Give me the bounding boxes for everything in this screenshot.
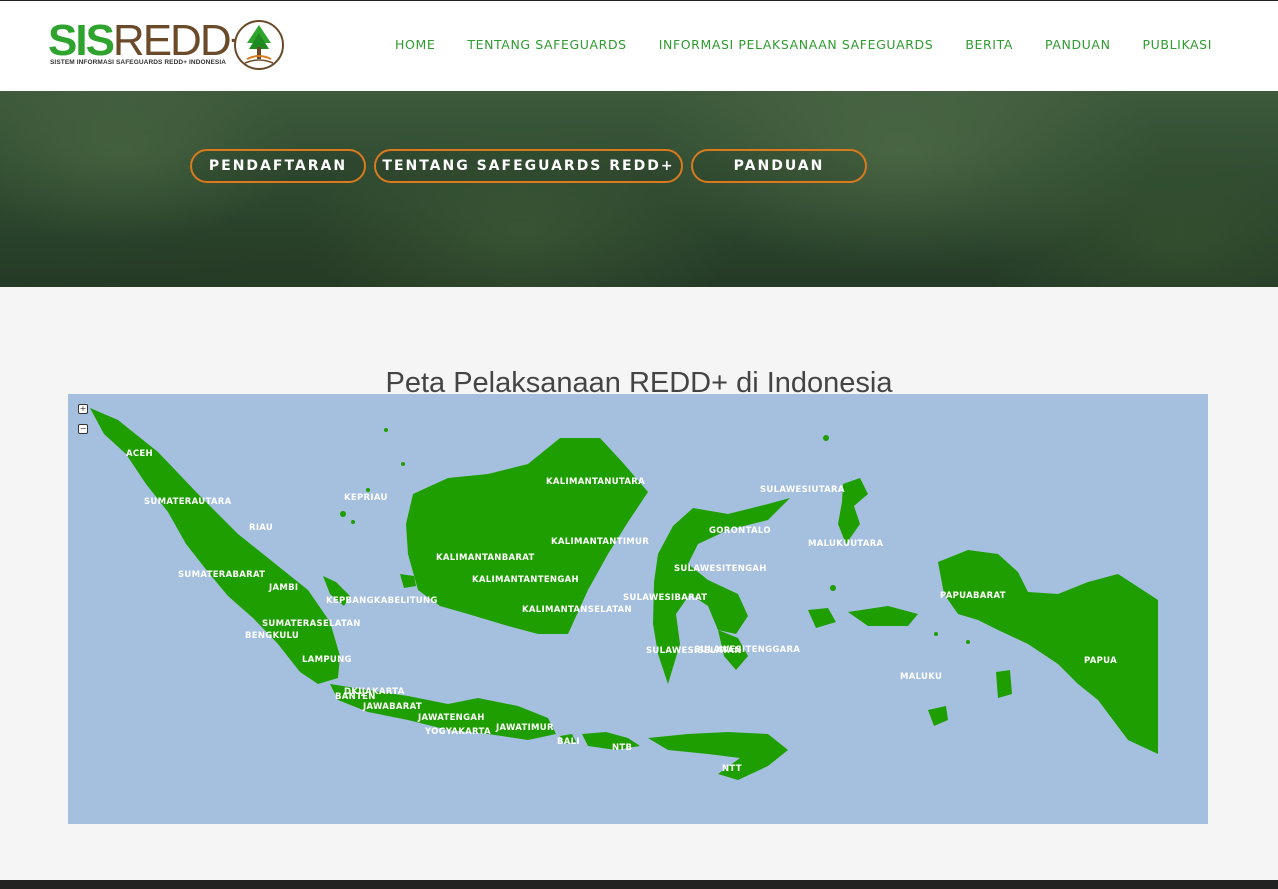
label-kalimantanselatan: KALIMANTANSELATAN (522, 605, 632, 615)
label-sulawesitengah: SULAWESITENGAH (674, 564, 767, 574)
label-sulawesibarat: SULAWESIBARAT (623, 593, 707, 603)
panduan-button[interactable]: PANDUAN (691, 149, 867, 183)
nav-informasi-pelaksanaan[interactable]: INFORMASI PELAKSANAAN SAFEGUARDS (659, 37, 934, 52)
tentang-safeguards-redd-button[interactable]: TENTANG SAFEGUARDS REDD+ (374, 149, 683, 183)
ministry-emblem-icon (234, 20, 284, 70)
map-canvas: ACEH SUMATERAUTARA RIAU KEPRIAU SUMATERA… (90, 408, 1158, 780)
region-papua[interactable] (938, 550, 1158, 754)
region-aru[interactable] (996, 670, 1012, 698)
label-ntt: NTT (722, 764, 742, 774)
label-gorontalo: GORONTALO (709, 526, 771, 536)
label-kalimantanbarat: KALIMANTANBARAT (436, 553, 535, 563)
label-sumaterabarat: SUMATERABARAT (178, 570, 265, 580)
nav-tentang-safeguards[interactable]: TENTANG SAFEGUARDS (467, 37, 626, 52)
label-jawatengah: JAWATENGAH (417, 713, 485, 723)
main-nav: HOME TENTANG SAFEGUARDS INFORMASI PELAKS… (395, 37, 1212, 52)
nav-berita[interactable]: BERITA (965, 37, 1013, 52)
logo-subtitle: SISTEM INFORMASI SAFEGUARDS REDD+ INDONE… (50, 59, 227, 66)
label-kalimantanutara: KALIMANTANUTARA (546, 477, 645, 487)
site-header: SISREDD+ SISTEM INFORMASI SAFEGUARDS RED… (0, 1, 1278, 91)
logo-text-sis: SIS (48, 16, 115, 65)
label-sulawesiutara: SULAWESIUTARA (760, 485, 845, 495)
logo-wordmark: SISREDD+ (48, 16, 255, 65)
label-sulawesitenggara: SULAWESITENGGARA (694, 645, 800, 655)
region-belitung[interactable] (400, 574, 416, 588)
label-jambi: JAMBI (268, 583, 298, 593)
label-malukuutara: MALUKUUTARA (808, 539, 884, 549)
label-kalimantantengah: KALIMANTANTENGAH (472, 575, 579, 585)
nav-home[interactable]: HOME (395, 37, 435, 52)
region-buru[interactable] (808, 608, 836, 628)
pendaftaran-button[interactable]: PENDAFTARAN (190, 149, 366, 183)
label-riau: RIAU (249, 523, 273, 533)
region-kei[interactable] (928, 706, 948, 726)
label-banten: BANTEN (335, 692, 376, 702)
label-kepbangkabelitung: KEPBANGKABELITUNG (326, 596, 438, 606)
label-ntb: NTB (612, 743, 632, 753)
label-lampung: LAMPUNG (302, 655, 352, 665)
label-papuabarat: PAPUABARAT (940, 591, 1006, 601)
hero-banner: PENDAFTARAN TENTANG SAFEGUARDS REDD+ PAN… (0, 91, 1278, 287)
label-jawabarat: JAWABARAT (362, 702, 422, 712)
footer-bar (0, 880, 1278, 889)
region-ntt[interactable] (648, 732, 788, 780)
site-logo[interactable]: SISREDD+ SISTEM INFORMASI SAFEGUARDS RED… (48, 19, 288, 71)
label-bali: BALI (557, 737, 580, 747)
indonesia-map[interactable]: + − ACEH SUMATERAUTARA RIAU KEPRIAU SUMA… (68, 394, 1208, 824)
label-bengkulu: BENGKULU (245, 631, 299, 641)
label-yogyakarta: YOGYAKARTA (424, 727, 491, 737)
label-aceh: ACEH (126, 449, 153, 459)
nav-publikasi[interactable]: PUBLIKASI (1143, 37, 1212, 52)
label-maluku: MALUKU (900, 672, 942, 682)
label-sumaterautara: SUMATERAUTARA (144, 497, 232, 507)
label-papua: PAPUA (1084, 656, 1117, 666)
label-jawatimur: JAWATIMUR (495, 723, 554, 733)
nav-panduan[interactable]: PANDUAN (1045, 37, 1111, 52)
label-sumateraselatan: SUMATERASELATAN (262, 619, 361, 629)
region-seram[interactable] (848, 606, 918, 626)
label-kalimantantimur: KALIMANTANTIMUR (551, 537, 649, 547)
label-kepriau: KEPRIAU (344, 493, 388, 503)
